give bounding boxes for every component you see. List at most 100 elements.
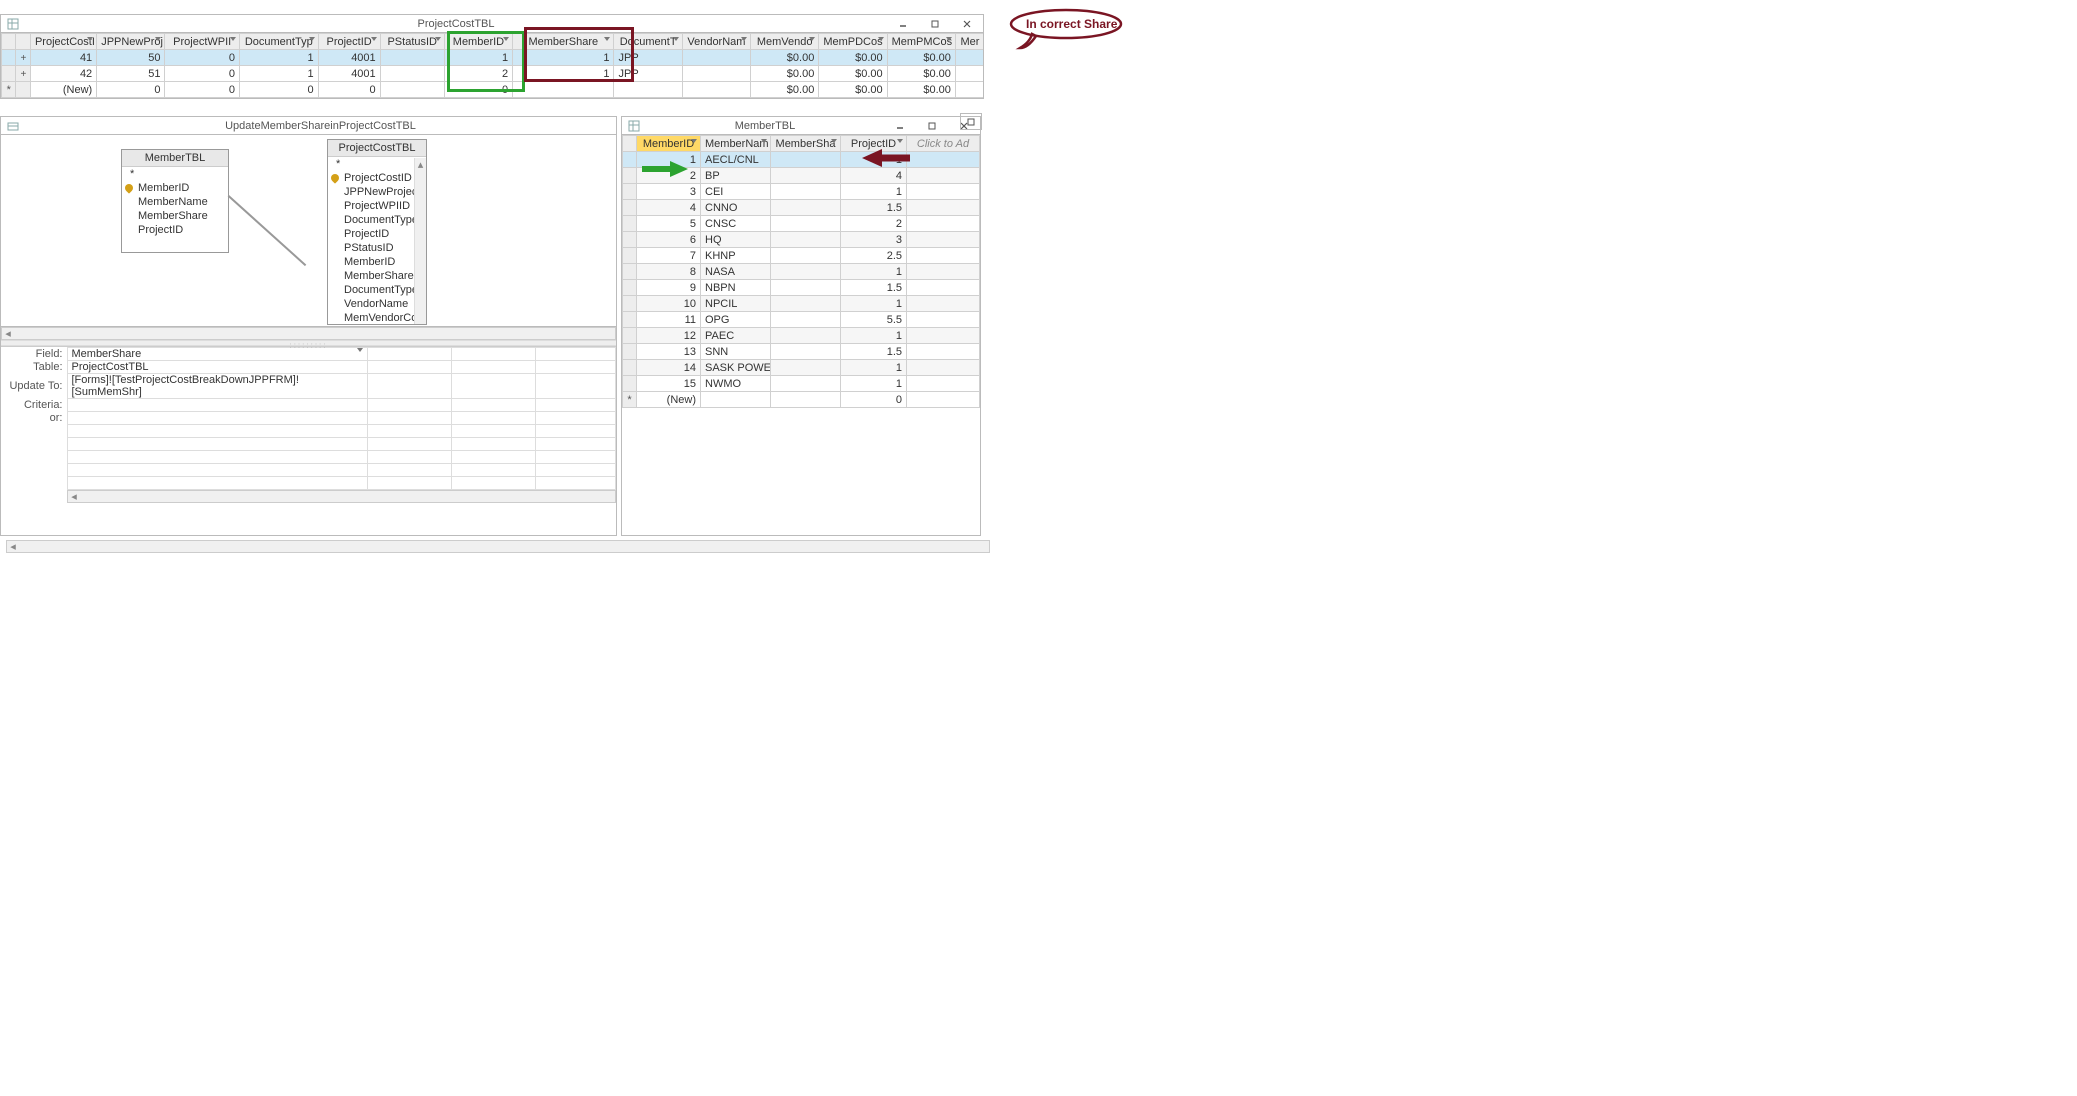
- cell[interactable]: $0.00: [751, 66, 819, 82]
- qbe-cell[interactable]: [535, 348, 616, 361]
- cell[interactable]: [380, 82, 444, 98]
- cell[interactable]: [771, 328, 841, 344]
- cell[interactable]: (New): [30, 82, 96, 98]
- cell[interactable]: 4001: [318, 66, 380, 82]
- cell[interactable]: [907, 376, 980, 392]
- qbe-cell[interactable]: [67, 477, 367, 490]
- col-membershare[interactable]: MemberSha: [771, 136, 841, 152]
- cell[interactable]: 1.5: [841, 344, 907, 360]
- cell[interactable]: [907, 184, 980, 200]
- cell[interactable]: 0: [239, 82, 318, 98]
- cell[interactable]: 12: [637, 328, 701, 344]
- cell[interactable]: [380, 66, 444, 82]
- qbe-cell[interactable]: [451, 399, 535, 412]
- col-projectid[interactable]: ProjectID: [318, 34, 380, 50]
- col-projectwpii[interactable]: ProjectWPII: [165, 34, 240, 50]
- cell[interactable]: CNNO: [701, 200, 771, 216]
- table-row[interactable]: 3CEI1: [623, 184, 980, 200]
- cell[interactable]: [907, 200, 980, 216]
- qbe-cell[interactable]: [535, 361, 616, 374]
- chevron-down-icon[interactable]: [371, 37, 377, 41]
- cell[interactable]: [907, 312, 980, 328]
- cell[interactable]: [907, 216, 980, 232]
- cell[interactable]: [771, 264, 841, 280]
- col-membername[interactable]: MemberNam: [701, 136, 771, 152]
- cell[interactable]: [380, 50, 444, 66]
- cell[interactable]: 1: [841, 184, 907, 200]
- cell[interactable]: $0.00: [819, 82, 887, 98]
- cell[interactable]: 4: [637, 200, 701, 216]
- qbe-cell[interactable]: [535, 399, 616, 412]
- qbe-or-cell[interactable]: [67, 412, 367, 425]
- table-row[interactable]: 13SNN1.5: [623, 344, 980, 360]
- cell[interactable]: 15: [637, 376, 701, 392]
- qbe-cell[interactable]: [451, 361, 535, 374]
- cell[interactable]: [955, 82, 983, 98]
- cell[interactable]: [771, 248, 841, 264]
- cell[interactable]: [907, 360, 980, 376]
- cell[interactable]: 2: [841, 216, 907, 232]
- cell[interactable]: [907, 248, 980, 264]
- cell[interactable]: [955, 50, 983, 66]
- qbe-cell[interactable]: [451, 374, 535, 399]
- table-row[interactable]: 5CNSC2: [623, 216, 980, 232]
- minimize-button[interactable]: [887, 19, 919, 29]
- cell[interactable]: BP: [701, 168, 771, 184]
- query-design-grid[interactable]: Field: MemberShare Table: ProjectCostTBL…: [1, 346, 616, 503]
- cell[interactable]: [771, 280, 841, 296]
- cell[interactable]: SASK POWER: [701, 360, 771, 376]
- cell[interactable]: [771, 344, 841, 360]
- cell[interactable]: 13: [637, 344, 701, 360]
- qbe-cell[interactable]: [367, 412, 451, 425]
- qbe-cell[interactable]: [451, 438, 535, 451]
- qbe-cell[interactable]: [535, 477, 616, 490]
- chevron-down-icon[interactable]: [230, 37, 236, 41]
- table-field[interactable]: VendorName: [328, 297, 426, 311]
- qbe-cell[interactable]: [535, 464, 616, 477]
- chevron-down-icon[interactable]: [435, 37, 441, 41]
- cell[interactable]: [771, 184, 841, 200]
- expand-icon[interactable]: +: [20, 69, 26, 80]
- cell[interactable]: NPCIL: [701, 296, 771, 312]
- cell[interactable]: [771, 232, 841, 248]
- qbe-cell[interactable]: [535, 374, 616, 399]
- scroll-left-icon[interactable]: ◂: [68, 490, 80, 503]
- table-row[interactable]: 14SASK POWER1: [623, 360, 980, 376]
- cell[interactable]: 0: [318, 82, 380, 98]
- cell[interactable]: $0.00: [751, 82, 819, 98]
- table-field[interactable]: MemberName: [122, 195, 228, 209]
- qbe-cell[interactable]: [367, 464, 451, 477]
- cell[interactable]: 3: [841, 232, 907, 248]
- col-pstatusid[interactable]: PStatusID: [380, 34, 444, 50]
- qbe-cell[interactable]: [367, 451, 451, 464]
- qbe-cell[interactable]: [535, 425, 616, 438]
- table-field[interactable]: MemberShare: [328, 269, 426, 283]
- chevron-down-icon[interactable]: [897, 139, 903, 143]
- table-box-membertbl[interactable]: MemberTBL * MemberID MemberName MemberSh…: [121, 149, 229, 253]
- cell[interactable]: [701, 392, 771, 408]
- chevron-down-icon[interactable]: [741, 37, 747, 41]
- table-row[interactable]: 15NWMO1: [623, 376, 980, 392]
- close-button[interactable]: [951, 19, 983, 29]
- qbe-cell[interactable]: [451, 412, 535, 425]
- table-field[interactable]: MemberID: [122, 181, 228, 195]
- cell[interactable]: [771, 296, 841, 312]
- qbe-cell[interactable]: [367, 348, 451, 361]
- cell[interactable]: 0: [165, 82, 240, 98]
- cell[interactable]: [907, 168, 980, 184]
- cell[interactable]: (New): [637, 392, 701, 408]
- cell[interactable]: NBPN: [701, 280, 771, 296]
- qbe-cell[interactable]: [451, 451, 535, 464]
- cell[interactable]: [682, 50, 750, 66]
- qbe-criteria-cell[interactable]: [67, 399, 367, 412]
- cell[interactable]: 41: [30, 50, 96, 66]
- cell[interactable]: 6: [637, 232, 701, 248]
- cell[interactable]: [907, 344, 980, 360]
- qbe-cell[interactable]: [367, 425, 451, 438]
- cell[interactable]: 14: [637, 360, 701, 376]
- chevron-down-icon[interactable]: [309, 37, 315, 41]
- cell[interactable]: [771, 152, 841, 168]
- cell[interactable]: 1: [841, 264, 907, 280]
- qbe-cell[interactable]: [535, 451, 616, 464]
- table-field[interactable]: DocumentTypeID: [328, 213, 426, 227]
